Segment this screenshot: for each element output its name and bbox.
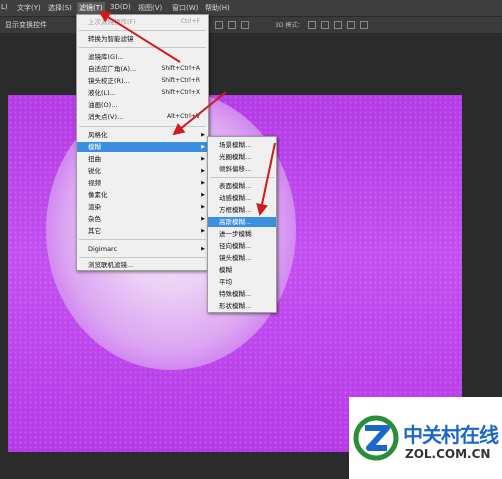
submenu-arrow-icon: ▶ [201, 228, 205, 234]
menu-separator [210, 177, 274, 178]
filter-menu-item[interactable]: Digimarc ▶ [77, 244, 208, 254]
filter-menu-item[interactable]: 渲染 ▶ [77, 202, 208, 212]
pan-3d-icon[interactable] [334, 21, 342, 29]
blur-submenu-item[interactable]: 表面模糊... [208, 181, 276, 191]
filter-menu-item[interactable]: 扭曲 ▶ [77, 154, 208, 164]
filter-menu-item[interactable]: 消失点(V)... Alt+Ctrl+V [77, 112, 208, 122]
zol-watermark: 中关村在线 ZOL.COM.CN [349, 397, 502, 479]
watermark-english-text: ZOL.COM.CN [405, 447, 491, 461]
filter-menu-item[interactable]: 视频 ▶ [77, 178, 208, 188]
blur-submenu-item[interactable]: 方框模糊... [208, 205, 276, 215]
blur-submenu-item[interactable]: 特殊模糊... [208, 289, 276, 299]
menu-window[interactable]: 窗口(W) [172, 3, 198, 13]
menu-type[interactable]: 文字(Y) [17, 3, 41, 13]
distribute-icon[interactable] [241, 21, 249, 29]
blur-submenu-item[interactable]: 动感模糊... [208, 193, 276, 203]
menu-separator [79, 239, 206, 240]
filter-menu-item[interactable]: 像素化 ▶ [77, 190, 208, 200]
menu-3d[interactable]: 3D(D) [110, 3, 131, 11]
filter-menu-item[interactable]: 杂色 ▶ [77, 214, 208, 224]
filter-menu-item[interactable]: 液化(L)... Shift+Ctrl+X [77, 88, 208, 98]
blur-submenu-item[interactable]: 场景模糊... [208, 140, 276, 150]
menu-filter[interactable]: 滤镜(T) [77, 2, 105, 14]
align-icon[interactable] [215, 21, 223, 29]
filter-menu-item[interactable]: 锐化 ▶ [77, 166, 208, 176]
submenu-arrow-icon: ▶ [201, 192, 205, 198]
blur-submenu-item[interactable]: 平均 [208, 277, 276, 287]
show-transform-controls-label[interactable]: 显示变换控件 [5, 20, 47, 30]
menu-separator [79, 30, 206, 31]
filter-menu-item[interactable]: 风格化 ▶ [77, 130, 208, 140]
submenu-arrow-icon: ▶ [201, 144, 205, 150]
slide-3d-icon[interactable] [347, 21, 355, 29]
menu-separator [79, 126, 206, 127]
filter-menu-item[interactable]: 油画(O)... [77, 100, 208, 110]
submenu-arrow-icon: ▶ [201, 204, 205, 210]
filter-menu-item[interactable]: 滤镜库(G)... [77, 52, 208, 62]
menu-layer[interactable]: L) [1, 3, 8, 11]
submenu-arrow-icon: ▶ [201, 246, 205, 252]
align-icon[interactable] [228, 21, 236, 29]
blur-submenu-item-gaussian[interactable]: 高斯模糊... [208, 217, 276, 227]
filter-menu-item[interactable]: 镜头校正(R)... Shift+Ctrl+R [77, 76, 208, 86]
filter-menu-item-blur[interactable]: 模糊 ▶ [77, 142, 208, 152]
filter-menu-item[interactable]: 自适应广角(A)... Shift+Ctrl+A [77, 64, 208, 74]
submenu-arrow-icon: ▶ [201, 168, 205, 174]
menu-select[interactable]: 选择(S) [48, 3, 72, 13]
blur-submenu-item[interactable]: 倾斜偏移... [208, 164, 276, 174]
submenu-arrow-icon: ▶ [201, 156, 205, 162]
blur-submenu-item[interactable]: 进一步模糊 [208, 229, 276, 239]
rotate-3d-icon[interactable] [308, 21, 316, 29]
mode-3d-label: 3D 模式： [275, 22, 304, 29]
menu-help[interactable]: 帮助(H) [205, 3, 230, 13]
menu-separator [79, 257, 206, 258]
zol-logo-icon [353, 415, 399, 461]
filter-menu-item[interactable]: 转换为智能滤镜 [77, 34, 208, 44]
menu-view[interactable]: 视图(V) [138, 3, 162, 13]
roll-3d-icon[interactable] [321, 21, 329, 29]
blur-submenu-item[interactable]: 镜头模糊... [208, 253, 276, 263]
blur-submenu-item[interactable]: 径向模糊... [208, 241, 276, 251]
submenu-arrow-icon: ▶ [201, 180, 205, 186]
menu-separator [79, 47, 206, 48]
submenu-arrow-icon: ▶ [201, 132, 205, 138]
filter-menu-item: 上次滤镜操作(F) Ctrl+F [88, 18, 200, 26]
watermark-chinese-text: 中关村在线 [403, 423, 499, 447]
scale-3d-icon[interactable] [360, 21, 368, 29]
blur-submenu-item[interactable]: 模糊 [208, 265, 276, 275]
blur-submenu: 场景模糊... 光圈模糊... 倾斜偏移... 表面模糊... 动感模糊... … [207, 136, 277, 313]
submenu-arrow-icon: ▶ [201, 216, 205, 222]
filter-menu-item[interactable]: 其它 ▶ [77, 226, 208, 236]
blur-submenu-item[interactable]: 形状模糊... [208, 301, 276, 311]
filter-menu: 上次滤镜操作(F) Ctrl+F 转换为智能滤镜 滤镜库(G)... 自适应广角(… [76, 14, 209, 271]
blur-submenu-item[interactable]: 光圈模糊... [208, 152, 276, 162]
filter-menu-item[interactable]: 浏览联机滤镜... [77, 260, 208, 270]
